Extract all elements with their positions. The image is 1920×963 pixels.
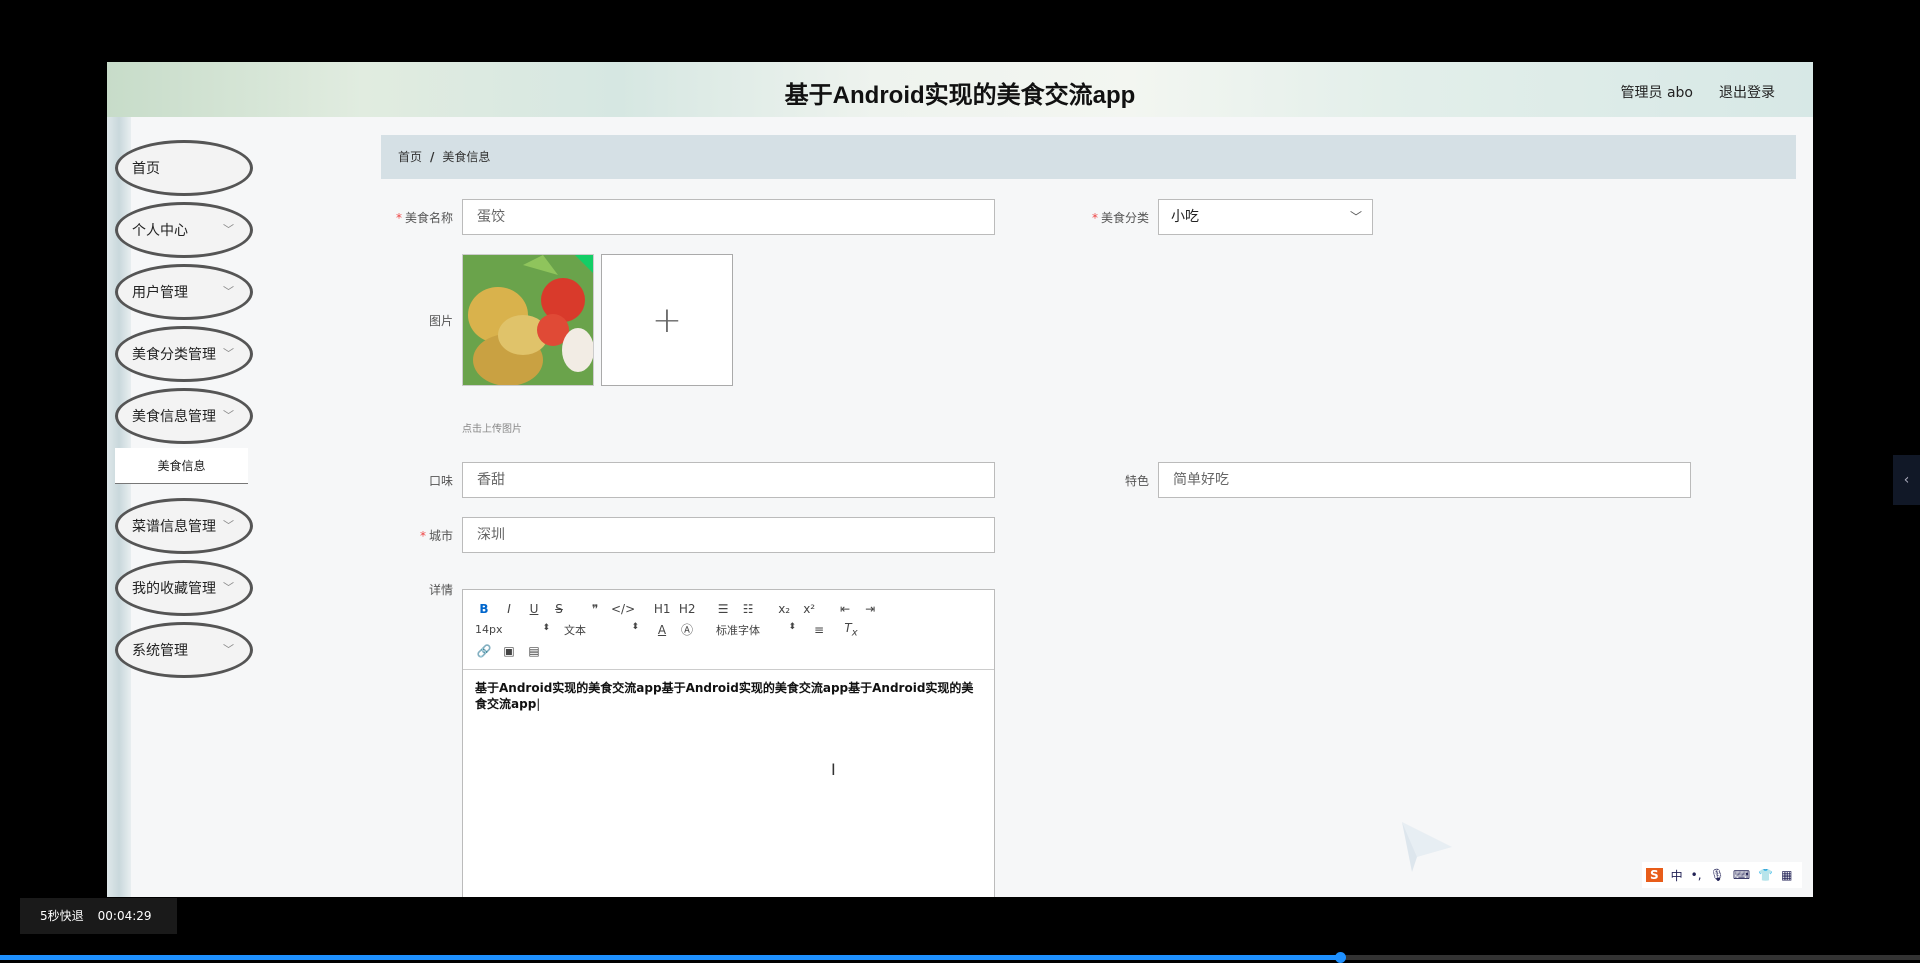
- video-icon[interactable]: ▤: [525, 644, 543, 658]
- sidebar-subitem-food-info[interactable]: 美食信息: [115, 448, 248, 484]
- text-cursor-icon: I: [831, 760, 836, 779]
- feature-input[interactable]: 简单好吃: [1158, 462, 1691, 498]
- app-window: 基于Android实现的美食交流app 管理员 abo 退出登录 首页 个人中心…: [107, 62, 1813, 897]
- bold-button[interactable]: B: [475, 602, 493, 616]
- breadcrumb-home[interactable]: 首页: [398, 150, 422, 164]
- food-category-select[interactable]: 小吃 ﹀: [1158, 199, 1373, 235]
- keyboard-icon[interactable]: ⌨: [1733, 868, 1750, 882]
- feature-label: 特色: [1124, 474, 1149, 488]
- sidebar-item-label: 菜谱信息管理: [132, 519, 216, 535]
- city-label: * 城市: [419, 529, 453, 543]
- bullet-list-button[interactable]: ☷: [739, 602, 757, 616]
- strikethrough-button[interactable]: S: [550, 602, 568, 616]
- breadcrumb-current: 美食信息: [442, 150, 491, 164]
- header: 基于Android实现的美食交流app 管理员 abo 退出登录: [107, 62, 1813, 117]
- sidebar-item-label: 系统管理: [132, 643, 188, 659]
- superscript-button[interactable]: x²: [800, 602, 818, 616]
- food-category-label: * 美食分类: [1091, 211, 1149, 225]
- background-color-icon[interactable]: Ⓐ: [678, 621, 696, 638]
- sidebar-item-label: 用户管理: [132, 285, 188, 301]
- italic-button[interactable]: I: [500, 602, 518, 616]
- chevron-down-icon: ﹀: [223, 285, 234, 298]
- city-input[interactable]: 深圳: [462, 517, 995, 553]
- sidebar-item-system[interactable]: 系统管理 ﹀: [115, 622, 253, 678]
- taste-label: 口味: [428, 474, 453, 488]
- sidebar-item-food-info[interactable]: 美食信息管理 ﹀: [115, 388, 253, 444]
- clear-format-icon[interactable]: Tx: [842, 621, 860, 638]
- detail-label: 详情: [428, 583, 453, 597]
- uploaded-image[interactable]: [462, 254, 594, 386]
- sidebar-item-favorites[interactable]: 我的收藏管理 ﹀: [115, 560, 253, 616]
- blockquote-button[interactable]: ❞: [586, 602, 604, 616]
- upload-hint: 点击上传图片: [462, 424, 522, 435]
- watermark-logo-icon: [1402, 822, 1452, 872]
- editor-toolbar: B I U S ❞ </> H1 H2 ☰ ☷ x₂ x² ⇤ ⇥ 14px ⬍…: [463, 590, 994, 670]
- chevron-left-icon[interactable]: ‹: [1893, 455, 1920, 505]
- microphone-icon[interactable]: 🎙: [1710, 868, 1725, 882]
- sidebar-item-recipes[interactable]: 菜谱信息管理 ﹀: [115, 498, 253, 554]
- skin-icon[interactable]: 👕: [1758, 868, 1773, 882]
- chevron-down-icon: ﹀: [223, 519, 234, 532]
- ordered-list-button[interactable]: ☰: [714, 602, 732, 616]
- chevron-down-icon: ﹀: [223, 581, 234, 594]
- chevron-down-icon: ﹀: [223, 347, 234, 360]
- indent-button[interactable]: ⇥: [861, 602, 879, 616]
- sidebar-item-profile[interactable]: 个人中心 ﹀: [115, 202, 253, 258]
- image-icon[interactable]: ▣: [500, 644, 518, 658]
- sidebar-item-label: 个人中心: [132, 223, 188, 239]
- rewind-5s-button[interactable]: 5秒快退: [40, 909, 84, 923]
- chevron-down-icon: ﹀: [223, 223, 234, 236]
- sidebar-item-food-category[interactable]: 美食分类管理 ﹀: [115, 326, 253, 382]
- chevron-down-icon: ﹀: [223, 409, 234, 422]
- editor-content[interactable]: 基于Android实现的美食交流app基于Android实现的美食交流app基于…: [463, 670, 994, 722]
- player-status: 5秒快退 00:04:29: [20, 898, 177, 934]
- header1-button[interactable]: H1: [653, 602, 671, 616]
- video-progress-bar[interactable]: [0, 952, 1920, 963]
- food-name-label: * 美食名称: [395, 211, 453, 225]
- outdent-button[interactable]: ⇤: [836, 602, 854, 616]
- progress-fill: [0, 955, 1341, 960]
- underline-button[interactable]: U: [525, 602, 543, 616]
- sidebar-item-label: 美食信息管理: [132, 409, 216, 425]
- align-icon[interactable]: ≡: [810, 623, 828, 637]
- subscript-button[interactable]: x₂: [775, 602, 793, 616]
- playback-time: 00:04:29: [97, 909, 152, 923]
- taste-input[interactable]: 香甜: [462, 462, 995, 498]
- punctuation-icon[interactable]: •,: [1691, 868, 1702, 882]
- food-name-input[interactable]: 蛋饺: [462, 199, 995, 235]
- apps-grid-icon[interactable]: ▦: [1781, 868, 1792, 882]
- rich-text-editor: B I U S ❞ </> H1 H2 ☰ ☷ x₂ x² ⇤ ⇥ 14px ⬍…: [462, 589, 995, 897]
- upload-success-icon: [575, 255, 593, 273]
- ime-language[interactable]: 中: [1671, 867, 1683, 884]
- sidebar-item-label: 我的收藏管理: [132, 581, 216, 597]
- font-color-icon[interactable]: A: [653, 623, 671, 637]
- ime-toolbar[interactable]: S 中 •, 🎙 ⌨ 👕 ▦: [1642, 862, 1802, 888]
- sidebar-item-home[interactable]: 首页: [115, 140, 253, 196]
- breadcrumb-separator: /: [430, 150, 435, 164]
- sogou-logo-icon: S: [1646, 868, 1663, 882]
- image-label: 图片: [428, 314, 453, 328]
- logout-button[interactable]: 退出登录: [1719, 82, 1775, 102]
- upload-add-button[interactable]: +: [601, 254, 733, 386]
- sidebar-item-users[interactable]: 用户管理 ﹀: [115, 264, 253, 320]
- progress-knob[interactable]: [1335, 952, 1347, 963]
- chevron-down-icon: ﹀: [223, 643, 234, 656]
- chevron-down-icon: ﹀: [1349, 210, 1362, 224]
- link-icon[interactable]: 🔗: [475, 644, 493, 658]
- code-block-button[interactable]: </>: [611, 602, 635, 616]
- text-type-select[interactable]: 文本 ⬍: [564, 622, 639, 638]
- sidebar-item-label: 首页: [132, 161, 160, 177]
- font-size-select[interactable]: 14px ⬍: [475, 623, 550, 636]
- current-user: 管理员 abo: [1620, 85, 1693, 101]
- font-family-select[interactable]: 标准字体 ⬍: [716, 622, 796, 638]
- sidebar: 首页 个人中心 ﹀ 用户管理 ﹀ 美食分类管理 ﹀ 美食信息管理 ﹀ 美食信息 菜谱信息…: [115, 140, 255, 684]
- header2-button[interactable]: H2: [678, 602, 696, 616]
- sidebar-item-label: 美食分类管理: [132, 347, 216, 363]
- app-title: 基于Android实现的美食交流app: [784, 82, 1136, 109]
- breadcrumb: 首页 / 美食信息: [381, 135, 1796, 179]
